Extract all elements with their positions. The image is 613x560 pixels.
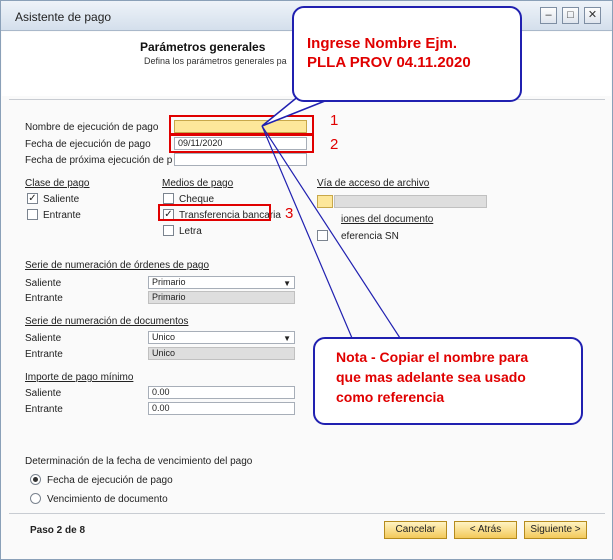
top-callout-line2: PLLA PROV 04.11.2020 <box>307 54 471 71</box>
note-callout-line2: que mas adelante sea usado <box>336 369 526 385</box>
note-pointer-line-b <box>261 125 401 339</box>
note-callout-line1: Nota - Copiar el nombre para <box>336 349 529 365</box>
top-callout-line1: Ingrese Nombre Ejm. <box>307 35 458 52</box>
note-callout-line3: como referencia <box>336 389 445 405</box>
note-pointer-line-a <box>261 125 353 339</box>
